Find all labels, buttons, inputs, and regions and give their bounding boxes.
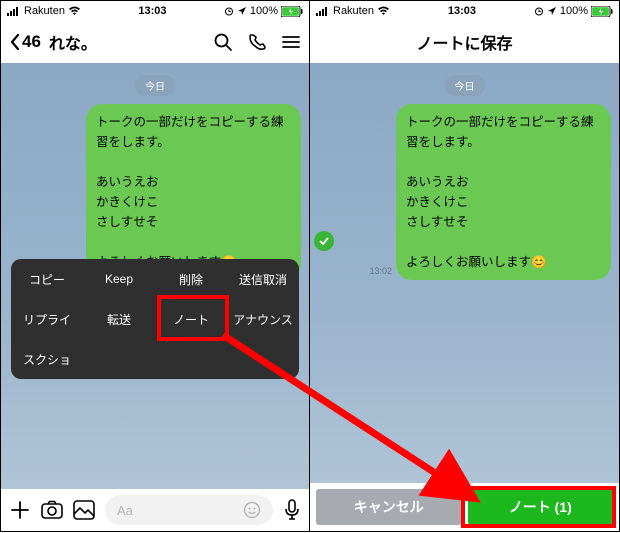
screen-title: ノートに保存 [416, 30, 512, 54]
status-bar: Rakuten 13:03 100% [1, 1, 309, 21]
action-bar: キャンセル ノート (1) [310, 483, 619, 531]
app-bar: 46 れな。 [1, 21, 309, 63]
location-icon [547, 6, 557, 16]
ctx-keep[interactable]: Keep [83, 259, 155, 299]
carrier-label: Rakuten [333, 5, 374, 17]
cancel-button[interactable]: キャンセル [316, 489, 462, 525]
battery-label: 100% [560, 5, 588, 17]
battery-icon [281, 6, 303, 17]
signal-icon [7, 6, 21, 16]
message-bubble[interactable]: トークの一部だけをコピーする練習をします。 あいうえお かきくけこ さしすせそ … [86, 104, 301, 280]
chevron-left-icon [9, 33, 20, 51]
chat-area: 今日 13:02 トークの一部だけをコピーする練習をします。 あいうえお かきく… [310, 63, 619, 483]
plus-icon[interactable] [9, 499, 31, 521]
ctx-announce[interactable]: アナウンス [227, 299, 299, 339]
ctx-reply[interactable]: リプライ [11, 299, 83, 339]
search-icon[interactable] [213, 32, 233, 52]
gallery-icon[interactable] [73, 500, 95, 520]
time-label: 13:03 [138, 5, 166, 17]
battery-label: 100% [250, 5, 278, 17]
mic-icon[interactable] [283, 499, 301, 521]
wifi-icon [68, 6, 81, 16]
selected-check-icon[interactable] [314, 231, 334, 251]
camera-icon[interactable] [41, 500, 63, 520]
ctx-screenshot[interactable]: スクショ [11, 339, 83, 379]
note-button[interactable]: ノート (1) [468, 489, 614, 525]
alarm-icon [224, 6, 234, 16]
signal-icon [316, 6, 330, 16]
chat-title: れな。 [49, 30, 205, 54]
phone-icon[interactable] [247, 32, 267, 52]
message-time: 13:02 [369, 266, 392, 276]
context-menu: コピー Keep 削除 送信取消 リプライ 転送 ノート アナウンス スクショ [11, 259, 299, 379]
ctx-copy[interactable]: コピー [11, 259, 83, 299]
date-pill: 今日 [135, 75, 175, 96]
ctx-delete[interactable]: 削除 [155, 259, 227, 299]
message-bubble[interactable]: トークの一部だけをコピーする練習をします。 あいうえお かきくけこ さしすせそ … [396, 104, 611, 280]
message-row: 13:02 トークの一部だけをコピーする練習をします。 あいうえお かきくけこ … [9, 104, 301, 280]
time-label: 13:03 [448, 5, 476, 17]
carrier-label: Rakuten [24, 5, 65, 17]
battery-icon [591, 6, 613, 17]
message-input[interactable]: Aa [105, 495, 273, 525]
emoji-icon[interactable] [243, 501, 261, 519]
location-icon [237, 6, 247, 16]
input-bar: Aa [1, 489, 309, 531]
menu-icon[interactable] [281, 32, 301, 52]
ctx-unsend[interactable]: 送信取消 [227, 259, 299, 299]
message-row: 13:02 トークの一部だけをコピーする練習をします。 あいうえお かきくけこ … [318, 104, 611, 280]
status-bar: Rakuten 13:03 100% [310, 1, 619, 21]
ctx-note[interactable]: ノート [155, 299, 227, 339]
alarm-icon [534, 6, 544, 16]
phone-right: Rakuten 13:03 100% ノートに保存 今日 13:02 トークの一… [310, 1, 619, 531]
back-count: 46 [22, 32, 41, 52]
ctx-forward[interactable]: 転送 [83, 299, 155, 339]
phone-left: Rakuten 13:03 100% 46 れな。 [1, 1, 310, 531]
app-bar: ノートに保存 [310, 21, 619, 63]
wifi-icon [377, 6, 390, 16]
back-button[interactable]: 46 [9, 32, 41, 52]
date-pill: 今日 [445, 75, 485, 96]
input-placeholder: Aa [117, 503, 133, 518]
